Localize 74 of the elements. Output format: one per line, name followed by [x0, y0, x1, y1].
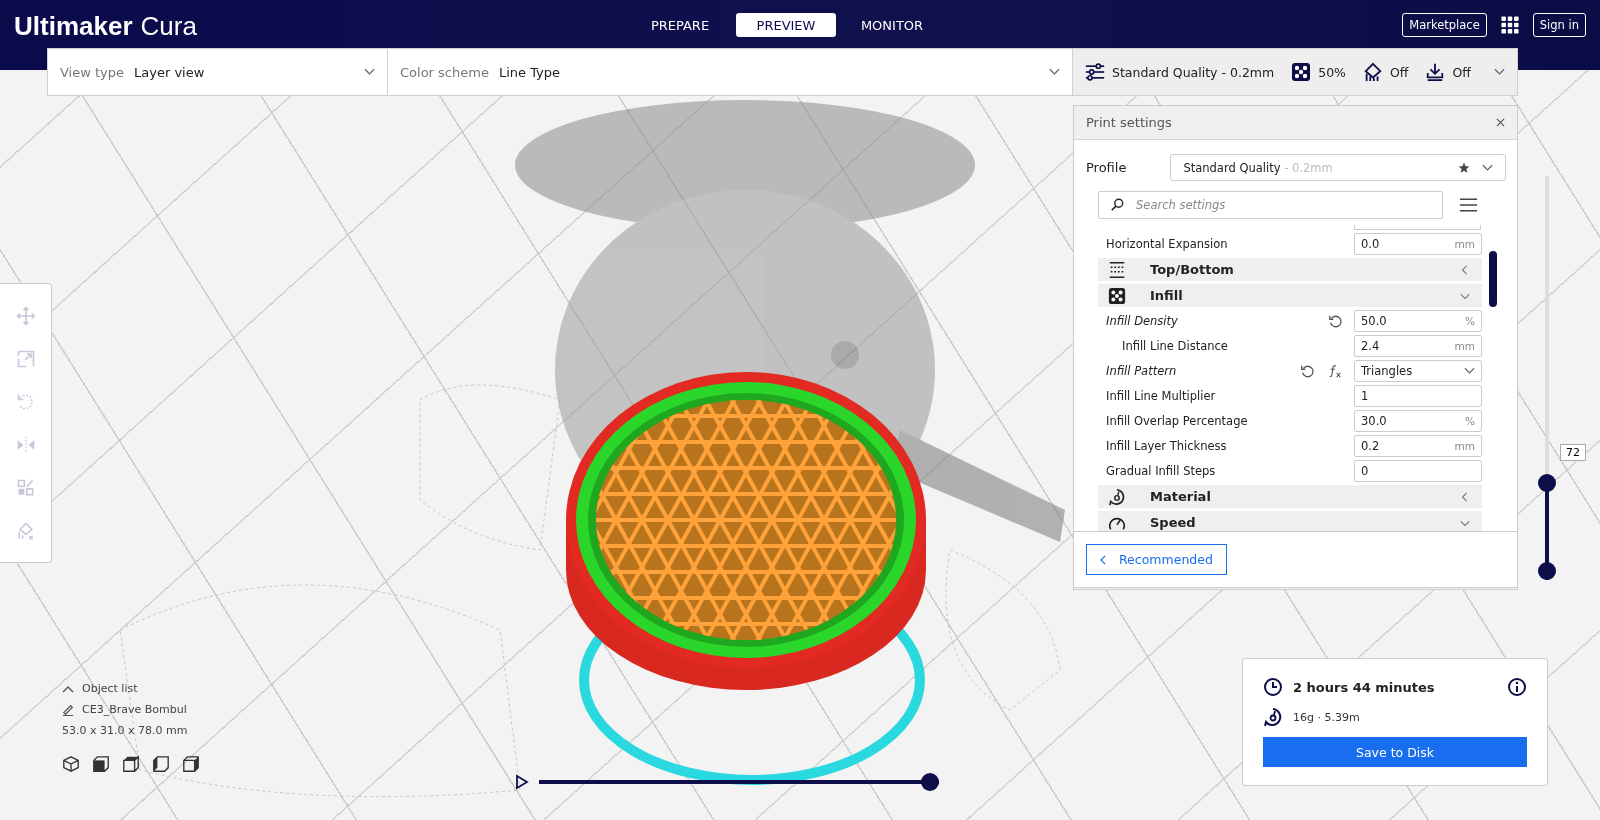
setting-label: Infill Density — [1105, 314, 1179, 328]
spool-icon — [1263, 707, 1283, 727]
sign-in-button[interactable]: Sign in — [1532, 13, 1586, 37]
chevron-down-icon — [1049, 68, 1060, 76]
resize-handle[interactable] — [1074, 587, 1517, 589]
right-view-icon[interactable] — [182, 755, 200, 773]
stage-tab[interactable]: MONITOR — [842, 13, 942, 37]
setting-label: Gradual Infill Steps — [1105, 464, 1217, 478]
print-time: 2 hours 44 minutes — [1293, 679, 1435, 695]
search-icon — [1110, 198, 1124, 212]
setting-input-field[interactable]: 0.0 mm — [1354, 233, 1482, 255]
marketplace-button[interactable]: Marketplace — [1402, 13, 1487, 37]
setting-input-field[interactable]: 30.0 % — [1354, 410, 1482, 432]
setting-input-field[interactable]: 50.0 % — [1354, 310, 1482, 332]
profile-dropdown[interactable]: Standard Quality - 0.2mm — [1170, 154, 1506, 181]
top-view-icon[interactable] — [122, 755, 140, 773]
setting-input-field[interactable]: 0 — [1354, 460, 1482, 482]
close-icon[interactable] — [1496, 118, 1505, 127]
infill-icon — [1108, 286, 1126, 305]
chevron-down-icon — [364, 68, 375, 76]
settings-category[interactable]: Speed — [1098, 511, 1482, 531]
panel-title: Print settings — [1086, 115, 1172, 130]
settings-category[interactable]: Top/Bottom — [1098, 258, 1482, 281]
setting-label: Infill Line Multiplier — [1105, 389, 1217, 403]
setting-label: Infill Line Distance — [1121, 339, 1229, 353]
setting-dropdown[interactable]: Triangles — [1354, 360, 1482, 382]
app-logo-light: Cura — [140, 11, 197, 42]
star-icon — [1458, 161, 1470, 174]
search-field[interactable]: Search settings — [1098, 191, 1443, 219]
spool-icon — [1108, 487, 1126, 506]
print-setup-selector[interactable]: Standard Quality - 0.2mm 50% Off Off — [1073, 49, 1517, 95]
chevron-down-icon — [1464, 367, 1475, 375]
layers-icon — [1108, 260, 1126, 279]
chevron-left-icon — [1100, 554, 1107, 565]
infill-icon — [1291, 62, 1312, 82]
layer-number-field[interactable]: 72 — [1560, 444, 1586, 461]
setting-label: Infill Overlap Percentage — [1105, 414, 1249, 428]
formula-icon[interactable] — [1328, 364, 1342, 378]
pencil-icon — [62, 703, 74, 716]
profile-label: Profile — [1086, 160, 1127, 175]
app-logo-bold: Ultimaker — [14, 11, 133, 42]
scrollbar-thumb[interactable] — [1489, 251, 1497, 307]
sliders-icon — [1085, 62, 1105, 82]
object-name[interactable]: CE3_Brave Bombul — [82, 703, 187, 716]
clock-icon — [1263, 677, 1283, 697]
save-to-disk-button[interactable]: Save to Disk — [1263, 737, 1527, 767]
chevron-down-icon — [1482, 163, 1493, 172]
info-icon[interactable] — [1507, 677, 1527, 697]
reset-icon[interactable] — [1328, 314, 1342, 328]
left-view-icon[interactable] — [152, 755, 170, 773]
apps-grid-icon[interactable] — [1500, 16, 1519, 34]
setting-input-field[interactable]: 1 — [1354, 385, 1482, 407]
settings-category[interactable]: Infill — [1098, 284, 1482, 307]
setting-label: Horizontal Expansion — [1105, 237, 1229, 251]
setting-label: Infill Pattern — [1105, 364, 1178, 378]
chevron-down-icon — [1494, 68, 1505, 76]
object-dimensions: 53.0 x 31.0 x 78.0 mm — [62, 724, 189, 737]
play-icon[interactable] — [515, 774, 529, 790]
adhesion-icon — [1425, 62, 1446, 82]
reset-icon[interactable] — [1300, 364, 1314, 378]
stage-tab[interactable]: PREVIEW — [736, 13, 836, 37]
setting-label: Infill Layer Thickness — [1105, 439, 1228, 453]
view-type-dropdown[interactable]: View type Layer view — [48, 49, 388, 95]
front-view-icon[interactable] — [92, 755, 110, 773]
setting-input-field[interactable]: 0.2 mm — [1354, 435, 1482, 457]
support-icon — [1363, 62, 1383, 82]
object-list-title[interactable]: Object list — [82, 682, 138, 695]
3d-view-icon[interactable] — [62, 755, 80, 773]
setting-input-field[interactable]: 2.4 mm — [1354, 335, 1482, 357]
stage-tab[interactable]: PREPARE — [630, 13, 730, 37]
menu-icon[interactable] — [1459, 197, 1478, 213]
material-usage: 16g · 5.39m — [1293, 710, 1360, 724]
recommended-button[interactable]: Recommended — [1086, 544, 1227, 575]
settings-category[interactable]: Material — [1098, 485, 1482, 508]
